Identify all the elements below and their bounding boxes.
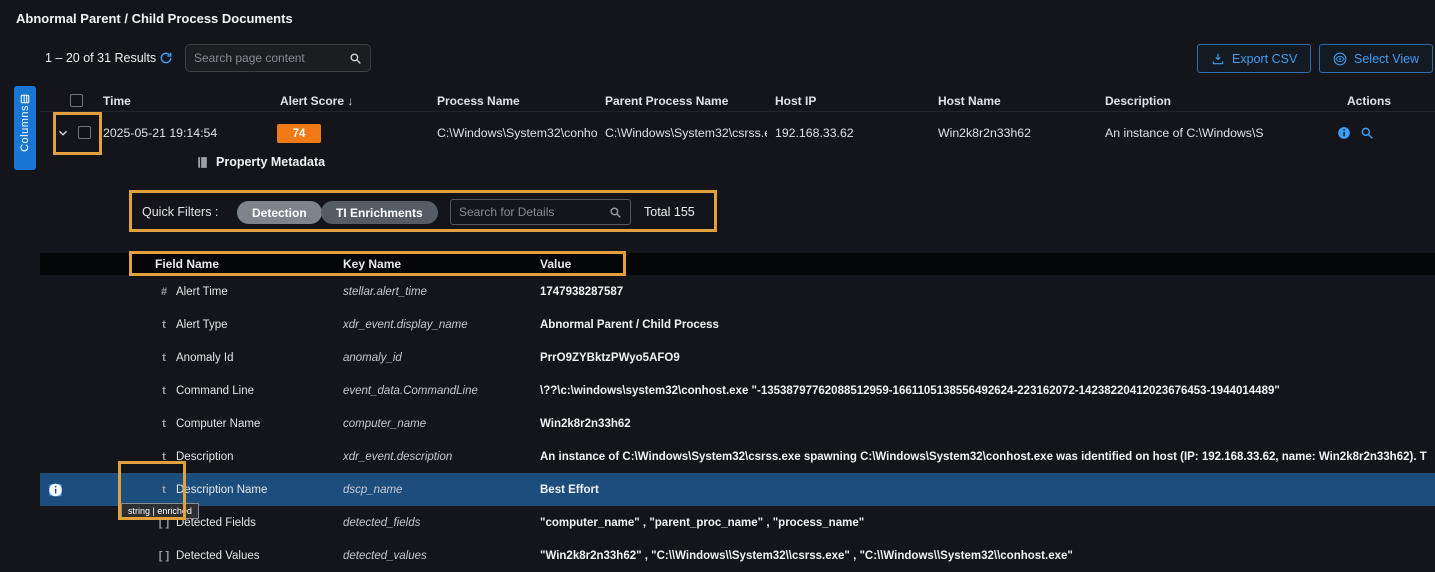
filter-detection-button[interactable]: Detection — [237, 201, 322, 224]
key-name: anomaly_id — [343, 352, 402, 364]
field-name: Detected Values — [176, 550, 260, 562]
key-name: computer_name — [343, 418, 426, 430]
field-name: Description — [176, 451, 234, 463]
page-search-input[interactable] — [194, 51, 343, 65]
search-details-icon[interactable] — [1360, 126, 1374, 140]
key-name: stellar.alert_time — [343, 286, 427, 298]
results-count: 1 – 20 of 31 Results — [45, 51, 156, 65]
info-icon[interactable] — [48, 482, 63, 497]
field-name: Description Name — [176, 484, 267, 496]
column-header-parent-process-name[interactable]: Parent Process Name — [605, 90, 728, 112]
app-root: Abnormal Parent / Child Process Document… — [0, 0, 1435, 572]
text-type-icon: t — [155, 352, 173, 364]
cell-description: An instance of C:\Windows\S — [1105, 115, 1337, 151]
detail-row-command-line[interactable]: t Command Line event_data.CommandLine \?… — [40, 374, 1435, 407]
details-search-input[interactable] — [459, 205, 603, 219]
book-icon — [196, 156, 209, 169]
export-csv-label: Export CSV — [1232, 52, 1297, 66]
field-value: "computer_name" , "parent_proc_name" , "… — [540, 517, 1427, 529]
text-type-icon: t — [155, 484, 173, 496]
chevron-down-icon[interactable] — [56, 126, 70, 140]
detail-table-header: Field Name Key Name Value — [40, 253, 1435, 275]
sort-desc-icon: ↓ — [344, 94, 353, 108]
field-name: Computer Name — [176, 418, 260, 430]
detail-row-computer-name[interactable]: t Computer Name computer_name Win2k8r2n3… — [40, 407, 1435, 440]
grid-icon — [20, 91, 30, 101]
key-name: xdr_event.description — [343, 451, 452, 463]
quick-filters-label: Quick Filters : — [142, 205, 218, 219]
export-csv-button[interactable]: Export CSV — [1197, 44, 1311, 73]
search-icon — [349, 52, 362, 65]
alert-row[interactable]: 2025-05-21 19:14:54 74 C:\Windows\System… — [0, 115, 1435, 151]
refresh-icon[interactable] — [159, 51, 173, 65]
detail-row-description-name[interactable]: t Description Name dscp_name Best Effort — [40, 473, 1435, 506]
detail-header-value: Value — [540, 253, 571, 275]
text-type-icon: t — [155, 385, 173, 397]
property-metadata-title: Property Metadata — [196, 155, 325, 169]
column-header-actions: Actions — [1347, 90, 1391, 112]
detail-row-detected-values[interactable]: [ ] Detected Values detected_values "Win… — [40, 539, 1435, 572]
column-header-description[interactable]: Description — [1105, 90, 1171, 112]
detail-header-field-name: Field Name — [155, 253, 219, 275]
property-metadata-label: Property Metadata — [216, 155, 325, 169]
cell-host-ip: 192.168.33.62 — [775, 115, 854, 151]
field-value: Win2k8r2n33h62 — [540, 418, 1427, 430]
array-type-icon: [ ] — [155, 550, 173, 562]
filter-ti-enrichments-button[interactable]: TI Enrichments — [321, 201, 438, 224]
select-all-checkbox[interactable] — [70, 94, 83, 107]
key-name: event_data.CommandLine — [343, 385, 478, 397]
cell-process-name: C:\Windows\System32\conho — [437, 115, 599, 151]
field-value: "Win2k8r2n33h62" , "C:\\Windows\\System3… — [540, 550, 1427, 562]
main-table-header: Time Alert Score ↓ Process Name Parent P… — [40, 90, 1435, 112]
field-name: Command Line — [176, 385, 254, 397]
select-view-button[interactable]: Select View — [1319, 44, 1433, 73]
search-icon — [609, 206, 622, 219]
select-view-label: Select View — [1354, 52, 1419, 66]
detail-header-key-name: Key Name — [343, 253, 401, 275]
number-type-icon: # — [155, 286, 173, 298]
cell-parent-process-name: C:\Windows\System32\csrss.e — [605, 115, 767, 151]
download-icon — [1211, 52, 1225, 66]
cell-host-name: Win2k8r2n33h62 — [938, 115, 1031, 151]
detail-row-anomaly-id[interactable]: t Anomaly Id anomaly_id PrrO9ZYBktzPWyo5… — [40, 341, 1435, 374]
field-value: PrrO9ZYBktzPWyo5AFO9 — [540, 352, 1427, 364]
info-icon[interactable] — [1337, 126, 1351, 140]
page-search — [185, 44, 371, 72]
row-checkbox[interactable] — [78, 126, 91, 139]
total-count: Total 155 — [644, 205, 695, 219]
text-type-icon: t — [155, 451, 173, 463]
field-value: 1747938287587 — [540, 286, 1427, 298]
page-title: Abnormal Parent / Child Process Document… — [16, 11, 293, 26]
property-metadata-table: Field Name Key Name Value # Alert Time s… — [40, 253, 1435, 572]
field-type-tooltip: string | enriched — [121, 503, 199, 519]
key-name: dscp_name — [343, 484, 402, 496]
field-value: \??\c:\windows\system32\conhost.exe "-13… — [540, 385, 1427, 397]
column-header-host-name[interactable]: Host Name — [938, 90, 1001, 112]
column-header-process-name[interactable]: Process Name — [437, 90, 520, 112]
field-value: Best Effort — [540, 484, 1427, 496]
field-name: Alert Type — [176, 319, 228, 331]
field-name: Alert Time — [176, 286, 228, 298]
alert-score-badge: 74 — [277, 124, 321, 143]
field-value: An instance of C:\Windows\System32\csrss… — [540, 451, 1427, 463]
text-type-icon: t — [155, 418, 173, 430]
detail-row-detected-fields[interactable]: [ ] Detected Fields detected_fields "com… — [40, 506, 1435, 539]
field-name: Anomaly Id — [176, 352, 234, 364]
text-type-icon: t — [155, 319, 173, 331]
detail-rows: # Alert Time stellar.alert_time 17479382… — [40, 275, 1435, 572]
column-header-alert-score[interactable]: Alert Score ↓ — [280, 90, 353, 112]
details-search — [450, 199, 631, 225]
detail-row-alert-type[interactable]: t Alert Type xdr_event.display_name Abno… — [40, 308, 1435, 341]
column-header-time[interactable]: Time — [103, 90, 131, 112]
column-header-host-ip[interactable]: Host IP — [775, 90, 816, 112]
cell-time: 2025-05-21 19:14:54 — [103, 115, 217, 151]
key-name: xdr_event.display_name — [343, 319, 468, 331]
key-name: detected_values — [343, 550, 427, 562]
key-name: detected_fields — [343, 517, 420, 529]
detail-row-description[interactable]: t Description xdr_event.description An i… — [40, 440, 1435, 473]
eye-icon — [1333, 52, 1347, 66]
detail-row-alert-time[interactable]: # Alert Time stellar.alert_time 17479382… — [40, 275, 1435, 308]
field-value: Abnormal Parent / Child Process — [540, 319, 1427, 331]
